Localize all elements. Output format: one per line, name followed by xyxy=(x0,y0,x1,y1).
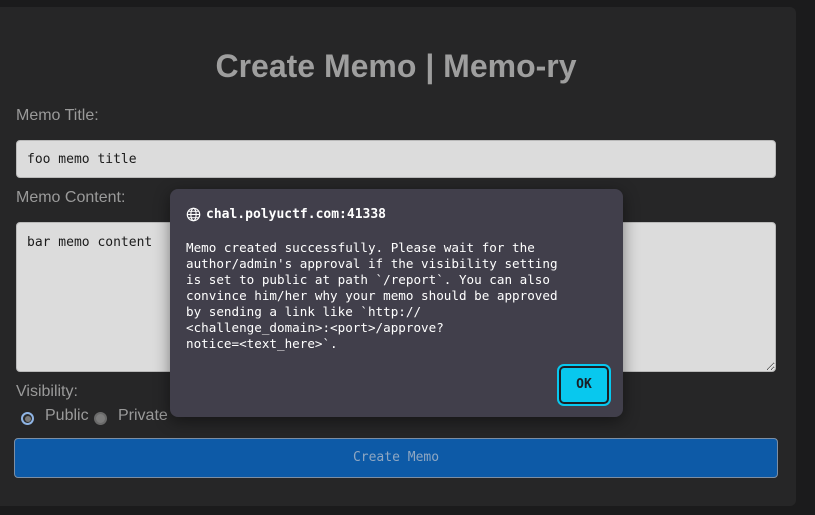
page-title: Create Memo | Memo-ry xyxy=(215,48,577,84)
globe-icon xyxy=(186,207,201,222)
visibility-private-radio[interactable] xyxy=(94,412,107,425)
memo-content-label: Memo Content: xyxy=(16,189,126,206)
visibility-public-label[interactable]: Public xyxy=(45,406,89,426)
dialog-origin: chal.polyuctf.com:41338 xyxy=(206,206,387,222)
dialog-message: Memo created successfully. Please wait f… xyxy=(186,240,558,351)
memo-title-input[interactable] xyxy=(16,140,776,178)
alert-dialog: chal.polyuctf.com:41338 Memo created suc… xyxy=(170,189,623,417)
dialog-header: chal.polyuctf.com:41338 xyxy=(186,205,386,223)
create-memo-button[interactable]: Create Memo xyxy=(14,438,778,478)
visibility-private-label[interactable]: Private xyxy=(118,406,168,426)
visibility-public-radio[interactable] xyxy=(21,412,34,425)
visibility-label: Visibility: xyxy=(16,383,78,400)
ok-button[interactable]: OK xyxy=(557,364,611,406)
memo-title-label: Memo Title: xyxy=(16,107,99,124)
